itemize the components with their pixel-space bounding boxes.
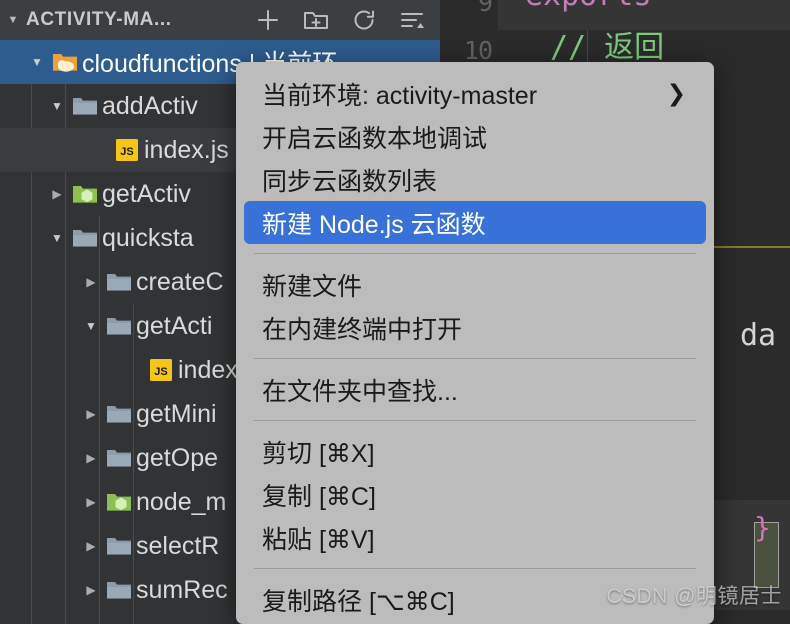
- code-token-exports: exports: [525, 0, 651, 13]
- menu-item-paste[interactable]: 粘贴 [⌘V]: [244, 516, 706, 559]
- code-token-data: da: [740, 318, 777, 353]
- folder-node-icon: [102, 490, 136, 514]
- tree-row-label: index.js: [144, 135, 229, 164]
- folder-icon: [102, 402, 136, 426]
- tree-row-label: update: [136, 620, 212, 624]
- tree-row-label: createC: [136, 267, 224, 296]
- tree-row-label: getOpe: [136, 443, 219, 472]
- menu-item-cut[interactable]: 剪切 [⌘X]: [244, 430, 706, 473]
- menu-item-open-in-terminal[interactable]: 在内建终端中打开: [244, 306, 706, 349]
- svg-text:JS: JS: [120, 146, 133, 158]
- app-window: 9 10 exports // 返回 y { retu // da } ▼ AC…: [0, 0, 790, 624]
- tree-row-label: selectR: [136, 531, 220, 560]
- menu-item-label: 新建 Node.js 云函数: [262, 210, 486, 239]
- chevron-down-icon[interactable]: ▼: [46, 99, 68, 113]
- folder-cloud-icon: [48, 50, 82, 74]
- folder-icon: [68, 94, 102, 118]
- chevron-right-icon: ❯: [666, 80, 686, 106]
- menu-item-enable-local-debug[interactable]: 开启云函数本地调试: [244, 115, 706, 158]
- context-menu[interactable]: 当前环境: activity-master ❯ 开启云函数本地调试 同步云函数列…: [236, 62, 714, 624]
- menu-separator: [254, 253, 696, 254]
- folder-icon: [102, 446, 136, 470]
- tree-row-label: getActi: [136, 311, 213, 340]
- menu-item-new-file[interactable]: 新建文件: [244, 263, 706, 306]
- tree-row-label: getMini: [136, 399, 217, 428]
- code-token-brace-close: }: [754, 511, 771, 544]
- folder-icon: [68, 226, 102, 250]
- menu-item-label: 复制路径 [⌥⌘C]: [262, 587, 455, 616]
- menu-item-new-node-function[interactable]: 新建 Node.js 云函数: [244, 201, 706, 244]
- svg-text:JS: JS: [154, 366, 167, 378]
- menu-item-label: 新建文件: [262, 272, 363, 301]
- new-file-icon[interactable]: [248, 3, 288, 37]
- menu-separator: [254, 358, 696, 359]
- line-number: 10: [463, 36, 493, 65]
- menu-item-label: 在文件夹中查找...: [262, 377, 458, 406]
- menu-item-find-in-folder[interactable]: 在文件夹中查找...: [244, 368, 706, 411]
- chevron-right-icon[interactable]: ▶: [80, 451, 102, 465]
- menu-item-label: 当前环境: activity-master: [262, 81, 538, 110]
- folder-icon: [102, 314, 136, 338]
- menu-separator: [254, 420, 696, 421]
- menu-item-label: 开启云函数本地调试: [262, 124, 488, 153]
- chevron-right-icon[interactable]: ▶: [80, 495, 102, 509]
- chevron-right-icon[interactable]: ▶: [46, 187, 68, 201]
- chevron-down-icon[interactable]: ▼: [80, 319, 102, 333]
- folder-icon: [102, 578, 136, 602]
- chevron-down-icon[interactable]: ▼: [0, 14, 26, 26]
- chevron-right-icon[interactable]: ▶: [80, 583, 102, 597]
- page-title: ACTIVITY-MA...: [26, 9, 172, 30]
- chevron-right-icon[interactable]: ▶: [80, 407, 102, 421]
- folder-icon: [102, 534, 136, 558]
- chevron-down-icon[interactable]: ▼: [26, 55, 48, 69]
- folder-icon: [102, 270, 136, 294]
- js-file-icon: JS: [110, 138, 144, 162]
- sidebar-header: ▼ ACTIVITY-MA...: [0, 0, 440, 40]
- js-file-icon: JS: [144, 358, 178, 382]
- menu-item-label: 复制 [⌘C]: [262, 482, 376, 511]
- tree-row-label: index.: [178, 355, 245, 384]
- menu-separator: [254, 568, 696, 569]
- sidebar-toolbar: [248, 0, 438, 40]
- tree-row-label: sumRec: [136, 575, 228, 604]
- refresh-icon[interactable]: [344, 3, 384, 37]
- chevron-right-icon[interactable]: ▶: [80, 275, 102, 289]
- tree-row-label: getActiv: [102, 179, 191, 208]
- tree-row-label: node_m: [136, 487, 227, 516]
- folder-node-icon: [68, 182, 102, 206]
- menu-item-copy-path[interactable]: 复制路径 [⌥⌘C]: [244, 578, 706, 621]
- menu-item-sync-function-list[interactable]: 同步云函数列表: [244, 158, 706, 201]
- menu-item-label: 剪切 [⌘X]: [262, 439, 375, 468]
- brace-match-box: }: [754, 511, 779, 588]
- tree-row-label: quicksta: [102, 223, 194, 252]
- chevron-right-icon[interactable]: ▶: [80, 539, 102, 553]
- tree-row-label: addActiv: [102, 91, 198, 120]
- new-folder-icon[interactable]: [296, 3, 336, 37]
- menu-item-copy[interactable]: 复制 [⌘C]: [244, 473, 706, 516]
- code-token-comment: // 返回: [550, 30, 665, 65]
- menu-item-label: 在内建终端中打开: [262, 315, 463, 344]
- chevron-down-icon[interactable]: ▼: [46, 231, 68, 245]
- menu-item-current-env[interactable]: 当前环境: activity-master ❯: [244, 72, 706, 115]
- collapse-all-icon[interactable]: [392, 3, 432, 37]
- line-number: 9: [477, 0, 493, 17]
- menu-item-label: 粘贴 [⌘V]: [262, 525, 375, 554]
- menu-item-label: 同步云函数列表: [262, 167, 438, 196]
